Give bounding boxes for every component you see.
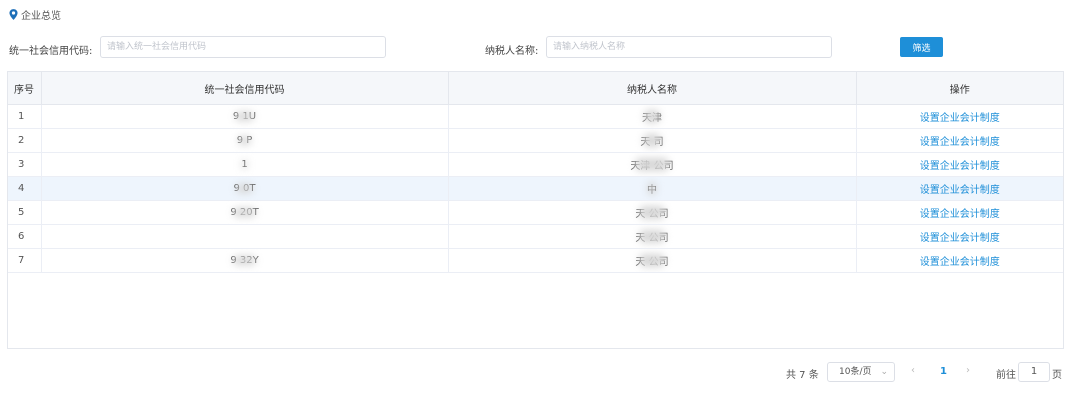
- page-suffix-label: 页: [1052, 370, 1062, 381]
- row-index-cell: 5: [8, 200, 42, 225]
- next-page-button[interactable]: ›: [966, 365, 970, 376]
- column-header-action[interactable]: 操作: [856, 72, 1063, 105]
- goto-label: 前往: [996, 370, 1016, 381]
- table-row[interactable]: 3 1 天津 公司 设置企业会计制度: [8, 152, 1063, 177]
- row-credit-code: 9 32Y: [230, 255, 259, 266]
- table-row[interactable]: 2 9 P 天 司 设置企业会计制度: [8, 128, 1063, 153]
- row-credit-code-cell: [41, 224, 449, 249]
- row-credit-code: 9 0T: [233, 183, 256, 194]
- row-index: 7: [18, 255, 25, 266]
- row-action-cell: 设置企业会计制度: [856, 152, 1063, 177]
- row-credit-code-cell: 1: [41, 152, 449, 177]
- enterprise-table: 序号 统一社会信用代码 纳税人名称 操作 1 9 1U 天津 设置企业会计制度 2 9 …: [7, 71, 1064, 349]
- credit-code-input[interactable]: [100, 36, 386, 58]
- chevron-down-icon: ⌄: [880, 367, 888, 377]
- row-index-cell: 6: [8, 224, 42, 249]
- taxpayer-name-input[interactable]: [546, 36, 832, 58]
- row-taxpayer-name: 天 公司: [635, 205, 668, 220]
- row-taxpayer-name-cell: 天 公司: [448, 200, 857, 225]
- goto-page-input[interactable]: 1: [1018, 362, 1050, 382]
- row-index: 2: [18, 135, 25, 146]
- set-accounting-system-link[interactable]: 设置企业会计制度: [920, 137, 1000, 148]
- table-row[interactable]: 5 9 20T 天 公司 设置企业会计制度: [8, 200, 1063, 225]
- set-accounting-system-link[interactable]: 设置企业会计制度: [920, 113, 1000, 124]
- credit-code-label: 统一社会信用代码:: [9, 46, 93, 57]
- row-index-cell: 1: [8, 104, 42, 129]
- table-row[interactable]: 1 9 1U 天津 设置企业会计制度: [8, 104, 1063, 129]
- table-row[interactable]: 6 天 公司 设置企业会计制度: [8, 224, 1063, 249]
- row-action-cell: 设置企业会计制度: [856, 248, 1063, 273]
- row-taxpayer-name-cell: 天 公司: [448, 224, 857, 249]
- column-header-taxpayer-name[interactable]: 纳税人名称: [448, 72, 857, 105]
- set-accounting-system-link[interactable]: 设置企业会计制度: [920, 257, 1000, 268]
- row-credit-code-cell: 9 0T: [41, 176, 449, 201]
- table-row[interactable]: 4 9 0T 中 设置企业会计制度: [8, 176, 1063, 201]
- total-count: 共 7 条: [786, 370, 819, 381]
- row-index: 3: [18, 159, 25, 170]
- row-index-cell: 2: [8, 128, 42, 153]
- set-accounting-system-link[interactable]: 设置企业会计制度: [920, 185, 1000, 196]
- row-credit-code: 9 1U: [232, 111, 257, 122]
- column-header-credit-code[interactable]: 统一社会信用代码: [41, 72, 449, 105]
- row-credit-code-cell: 9 20T: [41, 200, 449, 225]
- pagination: 共 7 条 10条/页 ⌄ ‹ 1 › 前往 1 页: [0, 362, 1080, 382]
- row-taxpayer-name-cell: 天津 公司: [448, 152, 857, 177]
- row-index: 1: [18, 111, 25, 122]
- row-taxpayer-name-cell: 中: [448, 176, 857, 201]
- row-index-cell: 7: [8, 248, 42, 273]
- row-action-cell: 设置企业会计制度: [856, 176, 1063, 201]
- page-size-value: 10条/页: [839, 367, 872, 377]
- row-index: 4: [18, 183, 25, 194]
- breadcrumb: 企业总览: [9, 7, 61, 22]
- row-taxpayer-name-cell: 天 司: [448, 128, 857, 153]
- row-taxpayer-name: 天津: [642, 109, 662, 124]
- row-credit-code-cell: 9 1U: [41, 104, 449, 129]
- row-credit-code-cell: 9 P: [41, 128, 449, 153]
- row-taxpayer-name-cell: 天津: [448, 104, 857, 129]
- row-taxpayer-name: 天津 公司: [630, 157, 673, 172]
- row-action-cell: 设置企业会计制度: [856, 224, 1063, 249]
- row-index: 5: [18, 207, 25, 218]
- row-credit-code-cell: 9 32Y: [41, 248, 449, 273]
- row-index-cell: 3: [8, 152, 42, 177]
- prev-page-button[interactable]: ‹: [911, 365, 915, 376]
- row-index-cell: 4: [8, 176, 42, 201]
- row-taxpayer-name: 中: [647, 181, 657, 196]
- row-taxpayer-name-cell: 天 公司: [448, 248, 857, 273]
- set-accounting-system-link[interactable]: 设置企业会计制度: [920, 233, 1000, 244]
- search-bar: 统一社会信用代码: 纳税人名称: 筛选: [0, 36, 1080, 60]
- row-taxpayer-name: 天 公司: [635, 253, 668, 268]
- row-credit-code: 1: [241, 159, 248, 170]
- row-action-cell: 设置企业会计制度: [856, 104, 1063, 129]
- set-accounting-system-link[interactable]: 设置企业会计制度: [920, 209, 1000, 220]
- page-title: 企业总览: [21, 11, 61, 22]
- taxpayer-name-label: 纳税人名称:: [485, 46, 539, 57]
- row-action-cell: 设置企业会计制度: [856, 128, 1063, 153]
- row-index: 6: [18, 231, 25, 242]
- column-header-index[interactable]: 序号: [8, 72, 42, 105]
- page-size-select[interactable]: 10条/页 ⌄: [827, 362, 895, 382]
- set-accounting-system-link[interactable]: 设置企业会计制度: [920, 161, 1000, 172]
- filter-button[interactable]: 筛选: [900, 37, 943, 57]
- location-pin-icon: [9, 9, 18, 20]
- row-credit-code: 9 20T: [230, 207, 259, 218]
- page-number-current[interactable]: 1: [940, 366, 947, 377]
- table-row[interactable]: 7 9 32Y 天 公司 设置企业会计制度: [8, 248, 1063, 273]
- row-taxpayer-name: 天 司: [640, 133, 663, 148]
- row-taxpayer-name: 天 公司: [635, 229, 668, 244]
- row-credit-code: 9 P: [236, 135, 253, 146]
- table-header-row: 序号 统一社会信用代码 纳税人名称 操作: [8, 72, 1063, 105]
- row-action-cell: 设置企业会计制度: [856, 200, 1063, 225]
